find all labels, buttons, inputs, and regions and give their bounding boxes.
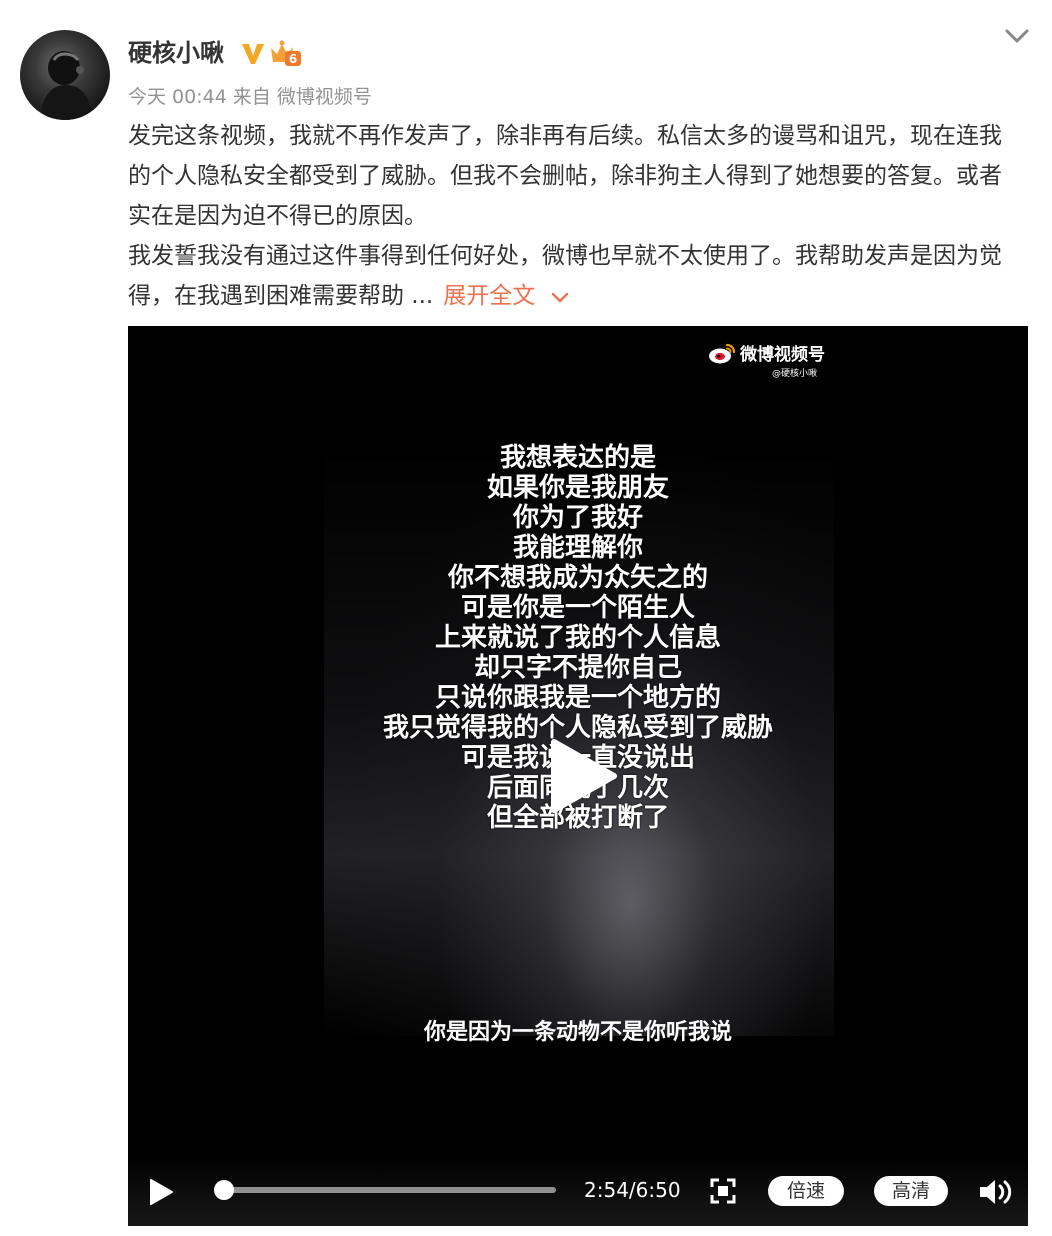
user-badges: 6 bbox=[240, 38, 302, 68]
video-caption-line: 我能理解你 bbox=[512, 533, 643, 563]
watermark-title: 微博视频号 bbox=[740, 345, 825, 365]
time-display: 2:54/6:50 bbox=[584, 1178, 681, 1202]
post-text: 发完这条视频，我就不再作发声了，除非再有后续。私信太多的谩骂和诅咒，现在连我的个… bbox=[128, 116, 1018, 316]
video-subtitle: 你是因为一条动物不是你听我说 bbox=[423, 1020, 732, 1045]
expand-full-text-link[interactable]: 展开全文 bbox=[443, 283, 535, 309]
avatar[interactable] bbox=[20, 30, 110, 120]
weibo-logo-icon bbox=[709, 343, 736, 363]
verified-v-icon[interactable] bbox=[240, 40, 266, 66]
post-paragraph: 发完这条视频，我就不再作发声了，除非再有后续。私信太多的谩骂和诅咒，现在连我的个… bbox=[128, 123, 1002, 229]
volume-icon[interactable] bbox=[978, 1178, 1012, 1206]
chevron-down-icon[interactable] bbox=[551, 290, 569, 304]
watermark-handle: @硬核小啾 bbox=[772, 369, 818, 379]
video-caption-line: 如果你是我朋友 bbox=[486, 473, 669, 503]
post-paragraph: 我发誓我没有通过这件事得到任何好处，微博也早就不太使用了。我帮助发声是因为觉得，… bbox=[128, 236, 1018, 316]
source-prefix: 来自 bbox=[232, 86, 271, 108]
video-caption-line: 你为了我好 bbox=[512, 503, 643, 533]
play-icon[interactable] bbox=[148, 1178, 174, 1206]
video-caption-line: 却只字不提你自己 bbox=[473, 653, 682, 683]
video-watermark: 微博视频号 @硬核小啾 bbox=[708, 340, 825, 379]
speed-button[interactable]: 倍速 bbox=[768, 1176, 844, 1206]
vip-level: 6 bbox=[289, 52, 297, 66]
video-caption-line: 上来就说了我的个人信息 bbox=[434, 623, 721, 653]
vip-crown-icon[interactable]: 6 bbox=[268, 38, 302, 68]
username[interactable]: 硬核小啾 bbox=[128, 36, 224, 70]
post-meta: 今天 00:44 来自 微博视频号 bbox=[128, 84, 378, 110]
fullscreen-icon[interactable] bbox=[710, 1178, 736, 1204]
avatar-image bbox=[40, 51, 92, 120]
progress-bar[interactable] bbox=[214, 1180, 556, 1200]
video-caption-line: 只说你跟我是一个地方的 bbox=[434, 683, 721, 713]
video-caption-line: 可是你是一个陌生人 bbox=[460, 593, 695, 623]
video-player[interactable]: 微博视频号 @硬核小啾 我想表达的是 如果你是我朋友 你为了我好 我能理解你 你不想我成… bbox=[128, 326, 1028, 1226]
post-source[interactable]: 微博视频号 bbox=[277, 86, 372, 108]
video-caption-line: 你不想我成为众矢之的 bbox=[447, 563, 708, 593]
video-controls: 2:54/6:50 倍速 高清 bbox=[128, 1156, 1028, 1226]
post-time[interactable]: 今天 00:44 bbox=[128, 86, 227, 108]
video-caption-line: 我想表达的是 bbox=[499, 443, 656, 473]
quality-button[interactable]: 高清 bbox=[874, 1176, 948, 1206]
play-icon[interactable] bbox=[548, 738, 618, 814]
progress-thumb[interactable] bbox=[214, 1180, 235, 1200]
chevron-down-icon[interactable] bbox=[1004, 26, 1030, 46]
